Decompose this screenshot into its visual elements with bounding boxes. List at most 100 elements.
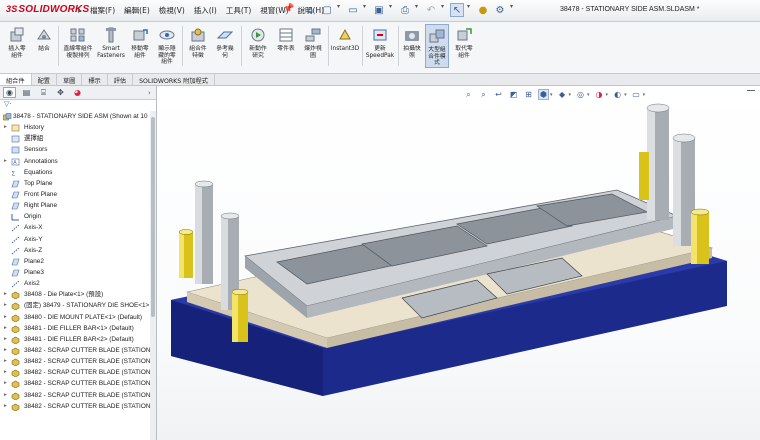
scrollbar-thumb[interactable]: [151, 117, 155, 317]
tree-node[interactable]: Front Plane: [0, 189, 150, 200]
expand-twisty-icon[interactable]: ▸: [4, 345, 7, 356]
snapshot-button[interactable]: 拍攝快 照: [401, 24, 423, 68]
tree-node[interactable]: Origin: [0, 211, 150, 222]
open-icon[interactable]: ▭: [346, 3, 360, 17]
instant3d-button[interactable]: Instant3D: [331, 24, 359, 68]
assembly-features-button[interactable]: 組合件 特徵: [186, 24, 210, 68]
expand-twisty-icon[interactable]: ▸: [4, 378, 7, 389]
chevron-down-icon[interactable]: ▾: [441, 3, 447, 17]
menu-view[interactable]: 檢視(V): [159, 5, 185, 16]
expand-twisty-icon[interactable]: ▸: [4, 122, 7, 133]
print-icon[interactable]: ⎙: [398, 3, 412, 17]
tree-node[interactable]: ▸ 38481 - DIE FILLER BAR<2> (Default): [0, 334, 150, 345]
filter-icon[interactable]: ▽·: [0, 100, 156, 110]
linear-pattern-button[interactable]: 直線零組件 複製排列: [62, 24, 94, 68]
feature-tree-tab-icon[interactable]: ◉: [3, 87, 16, 98]
reference-geometry-button[interactable]: 參考幾 何: [213, 24, 237, 68]
tree-node[interactable]: Plane2: [0, 256, 150, 267]
tree-node[interactable]: Axis2: [0, 278, 150, 289]
tree-node[interactable]: Axis-Z: [0, 245, 150, 256]
tree-node-label: Sensors: [24, 146, 48, 154]
mate-button[interactable]: 結合: [33, 24, 55, 68]
display-manager-tab-icon[interactable]: ◕: [71, 87, 84, 98]
menu-file[interactable]: 檔案(F): [90, 5, 115, 16]
tree-node[interactable]: ▸ 38481 - DIE FILLER BAR<1> (Default): [0, 323, 150, 334]
smart-fasteners-button[interactable]: Smart Fasteners: [97, 24, 125, 68]
bom-button[interactable]: 零件表: [274, 24, 298, 68]
show-hidden-components-button[interactable]: 顯示隱 藏的零 組件: [155, 24, 179, 68]
expand-twisty-icon[interactable]: ▸: [4, 289, 7, 300]
new-motion-study-button[interactable]: 新動作 研究: [245, 24, 271, 68]
expand-twisty-icon[interactable]: ▸: [4, 156, 7, 167]
tree-node[interactable]: ▸ 38482 - SCRAP CUTTER BLADE (STATIONA: [0, 390, 150, 401]
chevron-down-icon[interactable]: ▾: [415, 3, 421, 17]
new-icon[interactable]: ▢: [320, 3, 334, 17]
tree-node[interactable]: ▸ (固定) 38479 - STATIONARY DIE SHOE<1>: [0, 300, 150, 311]
dimxpert-tab-icon[interactable]: ✥: [54, 87, 67, 98]
expand-twisty-icon[interactable]: ▸: [4, 323, 7, 334]
chevron-down-icon[interactable]: ▾: [363, 3, 369, 17]
tree-node[interactable]: Right Plane: [0, 200, 150, 211]
expand-twisty-icon[interactable]: ▸: [4, 334, 7, 345]
chevron-down-icon[interactable]: ▾: [510, 3, 516, 17]
tree-node[interactable]: ▸ 38482 - SCRAP CUTTER BLADE (STATIONA: [0, 345, 150, 356]
tree-node[interactable]: ▸ A Annotations: [0, 156, 150, 167]
rebuild-icon[interactable]: ●: [476, 3, 490, 17]
expand-twisty-icon[interactable]: ▸: [4, 401, 7, 412]
undo-icon[interactable]: ↶: [424, 3, 438, 17]
tree-node[interactable]: ▸ 38482 - SCRAP CUTTER BLADE (STATIONA: [0, 401, 150, 412]
chevron-down-icon[interactable]: ▾: [337, 3, 343, 17]
tree-node[interactable]: ▸ 38482 - SCRAP CUTTER BLADE (STATIONA: [0, 367, 150, 378]
tree-node[interactable]: ▸ 38408 - Die Plate<1> (預設): [0, 289, 150, 300]
tree-node[interactable]: Axis-Y: [0, 234, 150, 245]
options-icon[interactable]: ⚙: [493, 3, 507, 17]
large-assembly-mode-button[interactable]: 大型組 合件模 式: [425, 24, 449, 68]
pin-icon[interactable]: 📌: [283, 4, 294, 14]
tree-node[interactable]: 選擇組: [0, 133, 150, 144]
tab-assembly[interactable]: 組合件: [0, 74, 32, 85]
exploded-view-button[interactable]: 爆炸視 圖: [301, 24, 325, 68]
expand-twisty-icon[interactable]: ▸: [4, 367, 7, 378]
graphics-area[interactable]: ⌕ ⌕ ↩ ◩ ⊞ ⬢ ▾ ◆ ▾ ◎ ▾ ◑ ▾ ◐ ▾ ▭ ▾: [157, 86, 760, 440]
tree-node[interactable]: Axis-X: [0, 222, 150, 233]
expand-twisty-icon[interactable]: ▸: [4, 300, 7, 311]
menu-insert[interactable]: 插入(I): [194, 5, 217, 16]
expand-panel-icon[interactable]: ›: [148, 89, 151, 97]
tab-addins[interactable]: SOLIDWORKS 附加程式: [133, 74, 215, 85]
move-component-button[interactable]: 移動零 組件: [128, 24, 152, 68]
tree-node[interactable]: ▸ History: [0, 122, 150, 133]
tree-node[interactable]: ▸ 38482 - SCRAP CUTTER BLADE (STATIONA: [0, 356, 150, 367]
chevron-right-icon[interactable]: ▸: [78, 6, 82, 15]
property-manager-tab-icon[interactable]: ▤: [20, 87, 33, 98]
die-assembly-model[interactable]: [157, 86, 760, 440]
tree-node[interactable]: ▸ 38480 - DIE MOUNT PLATE<1> (Default): [0, 312, 150, 323]
solidworks-logo[interactable]: 3SSOLIDWORKS: [6, 4, 89, 15]
tab-evaluate[interactable]: 評估: [108, 74, 134, 85]
save-icon[interactable]: ▣: [372, 3, 386, 17]
chevron-down-icon[interactable]: ▾: [467, 3, 473, 17]
menu-tools[interactable]: 工具(T): [226, 5, 251, 16]
tree-node[interactable]: Plane3: [0, 267, 150, 278]
speedpak-button[interactable]: 更新 SpeedPak: [365, 24, 395, 68]
tab-markup[interactable]: 標示: [82, 74, 108, 85]
tab-sketch[interactable]: 草圖: [57, 74, 83, 85]
tree-node[interactable]: Sensors: [0, 144, 150, 155]
expand-twisty-icon[interactable]: ▸: [4, 312, 7, 323]
home-icon[interactable]: ⌂: [303, 3, 317, 17]
expand-twisty-icon[interactable]: ▸: [4, 356, 7, 367]
tree-node-label: Axis-X: [24, 224, 43, 232]
tree-node[interactable]: Top Plane: [0, 178, 150, 189]
menu-edit[interactable]: 編輯(E): [124, 5, 150, 16]
feature-tree-scrollbar[interactable]: [150, 111, 156, 440]
tree-root-assembly[interactable]: 38478 - STATIONARY SIDE ASM (Shown at 10: [0, 111, 150, 122]
tree-node[interactable]: Σ Equations: [0, 167, 150, 178]
select-icon[interactable]: ↖: [450, 3, 464, 17]
configuration-manager-tab-icon[interactable]: ⌸: [37, 87, 50, 98]
guide-post-back-right: [646, 103, 670, 220]
chevron-down-icon[interactable]: ▾: [389, 3, 395, 17]
replace-component-button[interactable]: 取代零 組件: [452, 24, 476, 68]
expand-twisty-icon[interactable]: ▸: [4, 390, 7, 401]
tree-node[interactable]: ▸ 38482 - SCRAP CUTTER BLADE (STATIONA: [0, 378, 150, 389]
tab-layout[interactable]: 配置: [32, 74, 57, 85]
insert-components-button[interactable]: 插入零 組件: [4, 24, 30, 68]
